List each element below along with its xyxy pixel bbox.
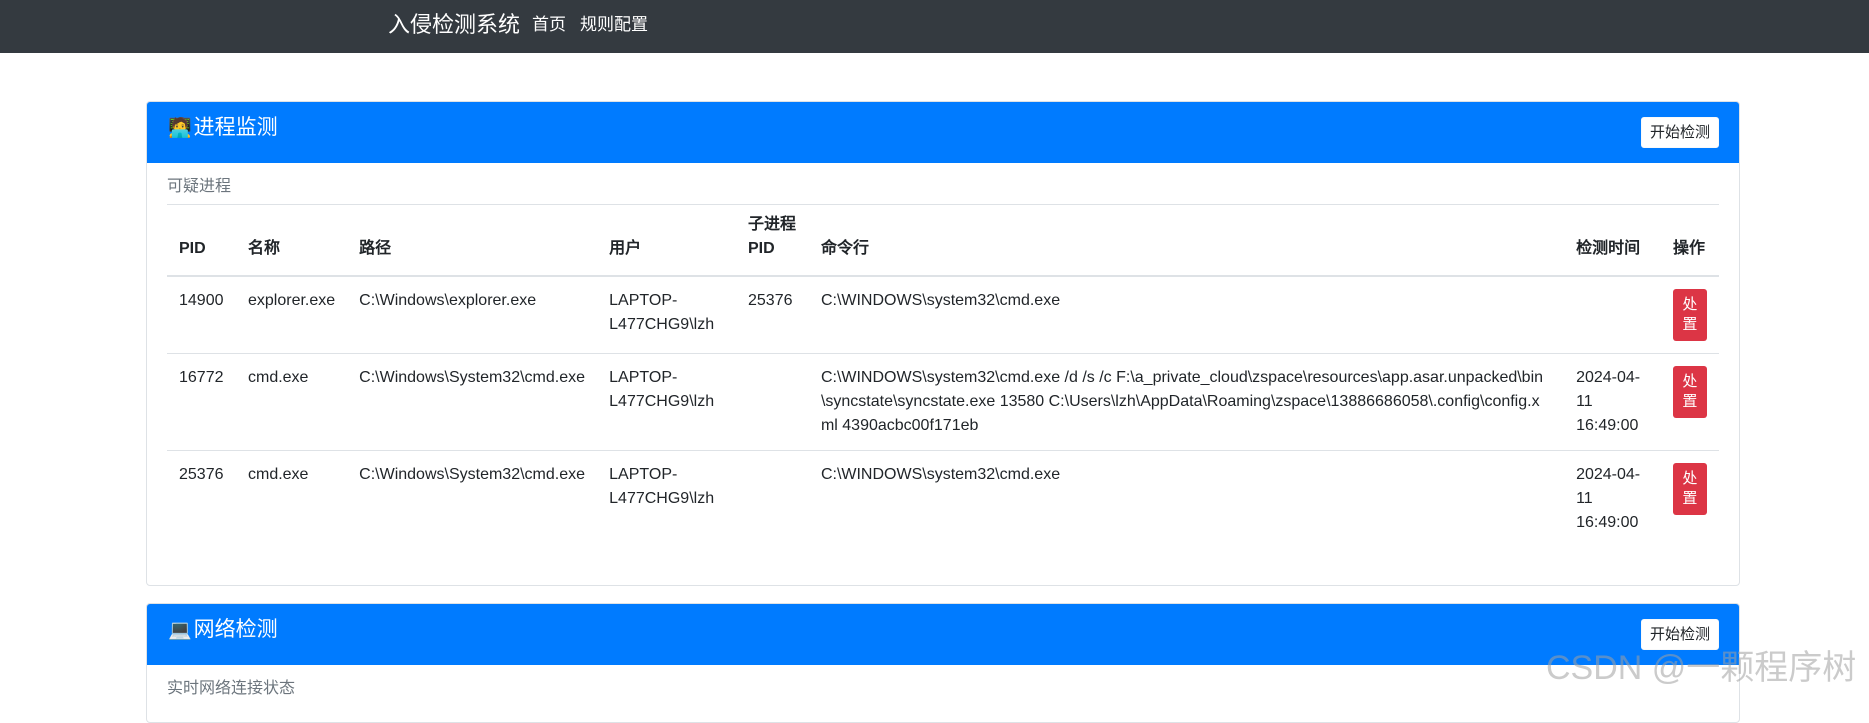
cell-detect-time [1564, 276, 1661, 354]
handle-button-char: 处 [1682, 470, 1698, 487]
column-header-user: 用户 [597, 205, 736, 277]
column-header-detect-time: 检测时间 [1564, 205, 1661, 277]
cell-child-pid [736, 353, 809, 451]
cell-name: cmd.exe [235, 450, 348, 547]
cell-cmdline: C:\WINDOWS\system32\cmd.exe [820, 292, 1061, 309]
table-header-row: PID 名称 路径 用户 子进程PID 命令行 检测时间 操作 [167, 205, 1719, 277]
network-start-detect-button[interactable]: 开始检测 [1640, 619, 1719, 650]
cell-path: C:\Windows\explorer.exe [359, 292, 537, 309]
cell-user: LAPTOP-L477CHG9\lzh [597, 450, 736, 547]
column-header-action: 操作 [1660, 205, 1719, 277]
cell-action: 处置 [1661, 276, 1719, 354]
cell-detect-time: 2024-04-11 16:49:00 [1564, 450, 1661, 547]
cell-pid: 16772 [167, 353, 236, 451]
table-row: 16772 cmd.exe C:\Windows\System32\cmd.ex… [167, 353, 1719, 451]
cell-detect-time: 2024-04-11 16:49:00 [1564, 353, 1661, 451]
network-detect-card: 💻网络检测 开始检测 实时网络连接状态 [146, 603, 1740, 723]
handle-button[interactable]: 处置 [1672, 366, 1707, 418]
technologist-icon: 🧑‍💻 [168, 118, 192, 139]
column-header-cmdline: 命令行 [808, 205, 1565, 277]
cell-name: cmd.exe [235, 353, 348, 451]
handle-button-char: 置 [1682, 490, 1698, 507]
handle-button[interactable]: 处置 [1672, 289, 1707, 341]
column-header-child-pid: 子进程PID [736, 205, 809, 277]
suspicious-process-label: 可疑进程 [167, 178, 232, 195]
cell-name: explorer.exe [247, 292, 336, 309]
column-header-name: 名称 [235, 205, 348, 277]
cell-action: 处置 [1660, 353, 1719, 451]
cell-pid: 25376 [167, 450, 236, 547]
cell-child-pid [736, 450, 809, 547]
handle-button[interactable]: 处置 [1672, 463, 1707, 515]
handle-button-char: 置 [1682, 316, 1698, 333]
table-row: 14900 explorer.exe C:\Windows\explorer.e… [167, 276, 1719, 354]
cell-pid: 14900 [179, 292, 224, 309]
process-card-title: 🧑‍💻进程监测 [168, 114, 278, 143]
handle-button-char: 置 [1682, 393, 1698, 410]
handle-button-char: 处 [1682, 296, 1698, 313]
handle-button-char: 处 [1682, 373, 1698, 390]
process-start-detect-button[interactable]: 开始检测 [1640, 117, 1719, 148]
cell-child-pid: 25376 [748, 292, 793, 309]
cell-cmdline: C:\WINDOWS\system32\cmd.exe /d /s /c F:\… [808, 353, 1565, 451]
column-header-path: 路径 [347, 205, 598, 277]
cell-user: LAPTOP-L477CHG9\lzh [597, 353, 736, 451]
table-row: 25376 cmd.exe C:\Windows\System32\cmd.ex… [167, 450, 1719, 547]
cell-cmdline: C:\WINDOWS\system32\cmd.exe [808, 450, 1565, 547]
network-card-header: 💻网络检测 开始检测 [147, 604, 1739, 665]
process-monitor-card: 🧑‍💻进程监测 开始检测 可疑进程 PID 名称 路径 用户 子进程PID 命令… [146, 101, 1740, 586]
top-navbar: 入侵检测系统 首页 规则配置 [0, 0, 1869, 53]
cell-path: C:\Windows\System32\cmd.exe [347, 353, 598, 451]
network-card-title: 💻网络检测 [168, 616, 278, 645]
network-title-text: 网络检测 [193, 618, 278, 641]
app-brand[interactable]: 入侵检测系统 [388, 11, 520, 39]
suspicious-process-table: PID 名称 路径 用户 子进程PID 命令行 检测时间 操作 14900 ex… [167, 205, 1719, 547]
cell-user: LAPTOP-L477CHG9\lzh [609, 292, 715, 333]
nav-link-home[interactable]: 首页 [532, 14, 566, 36]
handle-button-label: 处置 [1673, 469, 1707, 509]
cell-action: 处置 [1660, 450, 1719, 547]
cell-path: C:\Windows\System32\cmd.exe [347, 450, 598, 547]
laptop-icon: 💻 [168, 620, 192, 641]
nav-link-rule-config[interactable]: 规则配置 [580, 14, 648, 36]
column-header-pid: PID [167, 205, 236, 277]
process-card-header: 🧑‍💻进程监测 开始检测 [147, 102, 1739, 163]
process-title-text: 进程监测 [193, 116, 278, 139]
handle-button-label: 处置 [1673, 295, 1707, 335]
realtime-connection-label: 实时网络连接状态 [167, 680, 296, 697]
handle-button-label: 处置 [1673, 372, 1707, 412]
